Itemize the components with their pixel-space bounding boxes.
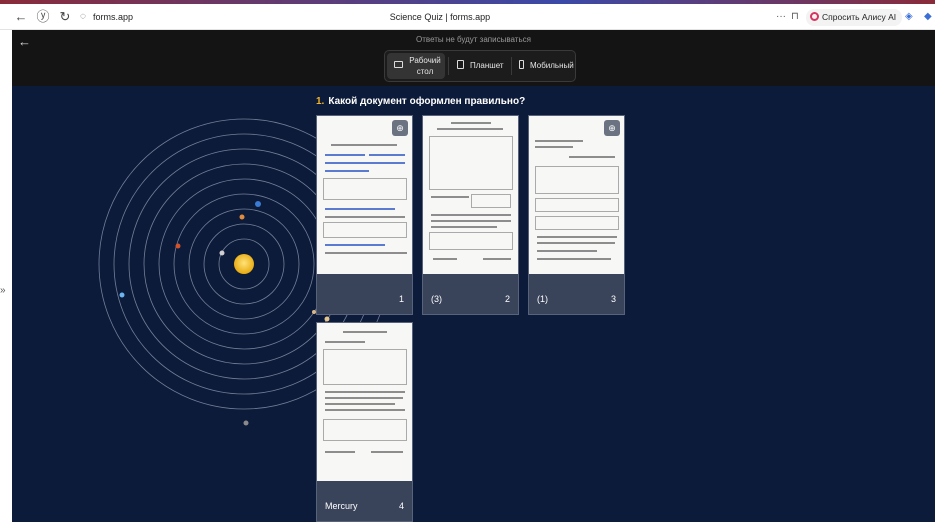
question-number: 1. — [316, 96, 325, 107]
browser-toolbar: ← ⓨ ↻ ◌ forms.app Science Quiz | forms.a… — [0, 4, 935, 30]
document-image — [317, 116, 412, 274]
preview-header: ← Ответы не будут записываться Рабочий с… — [12, 30, 935, 86]
device-switcher: Рабочий стол Планшет Мобильный — [384, 50, 576, 82]
extension-icon[interactable]: ◆ — [924, 10, 932, 24]
divider — [448, 57, 449, 75]
device-tablet-label: Планшет — [470, 61, 504, 70]
option-label: (1) — [537, 294, 548, 304]
planet-icon — [324, 316, 330, 322]
device-mobile-button[interactable]: Мобильный — [517, 53, 575, 79]
translate-icon[interactable]: ◈ — [905, 10, 913, 24]
address-bar[interactable]: forms.app — [93, 10, 133, 24]
planet-icon — [243, 420, 249, 426]
option-index: 4 — [398, 501, 404, 511]
ask-alice-button[interactable]: Спросить Алису AI — [806, 9, 903, 26]
option-index: 2 — [504, 294, 510, 304]
answer-option-card[interactable]: ⊕ (1) 3 — [528, 115, 625, 315]
question-text: Какой документ оформлен правильно? — [328, 96, 526, 107]
quiz-canvas: 1. Какой документ оформлен правильно? ⊕ 1 — [12, 86, 935, 522]
answer-option-card[interactable]: (3) 2 — [422, 115, 519, 315]
planet-icon — [175, 243, 181, 249]
back-arrow-icon[interactable]: ← — [12, 8, 30, 26]
tab-title: Science Quiz | forms.app — [389, 12, 491, 22]
planet-icon — [119, 292, 125, 298]
more-icon[interactable]: ··· — [776, 10, 786, 24]
expand-panel-icon[interactable]: » — [0, 285, 6, 296]
reload-icon[interactable]: ↻ — [56, 8, 74, 26]
device-desktop-button[interactable]: Рабочий стол — [387, 53, 445, 79]
zoom-icon[interactable]: ⊕ — [392, 120, 408, 136]
device-mobile-label: Мобильный — [530, 61, 574, 70]
bookmark-icon[interactable]: ⊓ — [791, 10, 799, 24]
planet-icon — [219, 250, 225, 256]
side-panel-strip: » — [0, 30, 12, 522]
option-label: (3) — [431, 294, 442, 304]
desktop-icon — [394, 61, 403, 68]
option-label: Mercury — [325, 501, 358, 511]
alice-label: Спросить Алису AI — [822, 12, 897, 22]
divider — [511, 57, 512, 75]
site-info-icon[interactable]: ◌ — [80, 10, 86, 24]
option-index: 1 — [398, 294, 404, 304]
answer-option-card[interactable]: Mercury 4 — [316, 322, 413, 522]
option-index: 3 — [610, 294, 616, 304]
document-image — [317, 323, 412, 481]
alice-icon — [810, 12, 819, 21]
planet-icon — [239, 214, 245, 220]
document-image — [423, 116, 518, 274]
tablet-icon — [457, 60, 464, 69]
device-tablet-button[interactable]: Планшет — [455, 53, 513, 79]
planet-icon — [255, 201, 261, 207]
device-desktop-label: Рабочий стол — [409, 56, 441, 76]
answer-option-card[interactable]: ⊕ 1 — [316, 115, 413, 315]
yandex-icon[interactable]: ⓨ — [34, 8, 52, 26]
mobile-icon — [519, 60, 524, 69]
document-image — [529, 116, 624, 274]
question-title: 1. Какой документ оформлен правильно? — [316, 96, 525, 107]
zoom-icon[interactable]: ⊕ — [604, 120, 620, 136]
sun-icon — [234, 254, 254, 274]
preview-notice: Ответы не будут записываться — [416, 35, 531, 44]
